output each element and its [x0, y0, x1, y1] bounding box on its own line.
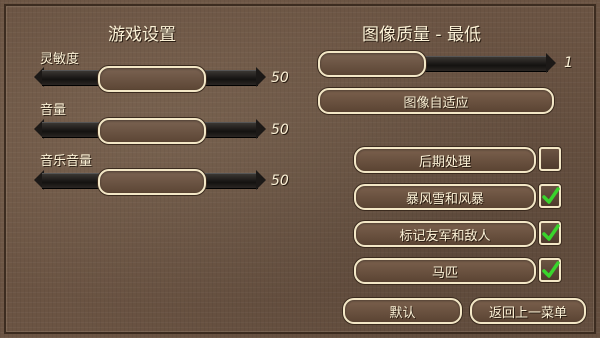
- volume-value: 50: [271, 122, 289, 138]
- volume-label: 音量: [40, 103, 67, 118]
- back-to-previous-menu-button[interactable]: 返回上一菜单: [470, 298, 586, 324]
- graphics-quality-title: 图像质量 - 最低: [362, 25, 481, 45]
- auto-adapt-button[interactable]: 图像自适应: [318, 88, 554, 114]
- checkmark-icon: [542, 261, 560, 278]
- volume-slider-knob[interactable]: [98, 118, 206, 144]
- blizzard-storm-checkbox[interactable]: [539, 184, 561, 208]
- checkmark-icon: [542, 187, 560, 204]
- music-volume-label: 音乐音量: [40, 154, 93, 169]
- graphics-quality-value: 1: [564, 55, 573, 71]
- sensitivity-value: 50: [271, 70, 289, 86]
- default-button[interactable]: 默认: [343, 298, 462, 324]
- checkmark-icon: [542, 224, 560, 241]
- post-processing-checkbox[interactable]: [539, 147, 561, 171]
- mark-allies-enemies-button[interactable]: 标记友军和敌人: [354, 221, 536, 247]
- horses-checkbox[interactable]: [539, 258, 561, 282]
- blizzard-storm-button[interactable]: 暴风雪和风暴: [354, 184, 536, 210]
- sensitivity-label: 灵敏度: [40, 52, 80, 67]
- horses-button[interactable]: 马匹: [354, 258, 536, 284]
- game-settings-title: 游戏设置: [108, 25, 176, 45]
- post-processing-button[interactable]: 后期处理: [354, 147, 536, 173]
- sensitivity-slider-knob[interactable]: [98, 66, 206, 92]
- music-volume-slider-knob[interactable]: [98, 169, 206, 195]
- music-volume-value: 50: [271, 173, 289, 189]
- mark-allies-enemies-checkbox[interactable]: [539, 221, 561, 245]
- graphics-quality-slider-knob[interactable]: [318, 51, 426, 77]
